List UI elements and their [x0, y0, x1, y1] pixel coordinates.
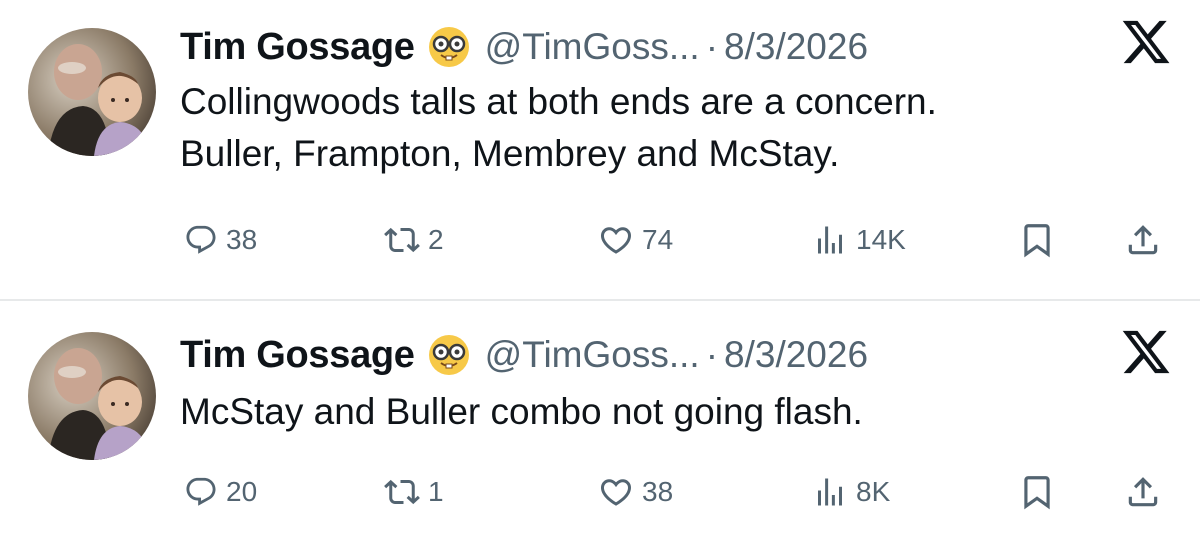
reply-button[interactable]: 20: [184, 472, 257, 512]
tweet-card[interactable]: Tim Gossage @TimGoss... · 8/3/2026 Colli…: [0, 0, 1200, 300]
retweet-button[interactable]: 2: [384, 220, 444, 260]
share-button[interactable]: [1124, 472, 1162, 512]
share-icon: [1124, 221, 1162, 259]
nerd-face-emoji-icon: [427, 25, 471, 69]
avatar[interactable]: [28, 332, 156, 460]
share-button[interactable]: [1124, 220, 1162, 260]
x-logo-icon: [1120, 16, 1172, 68]
avatar[interactable]: [28, 28, 156, 156]
retweet-count: 2: [428, 224, 444, 255]
retweet-icon: [384, 474, 420, 510]
heart-icon: [598, 474, 634, 510]
retweet-button[interactable]: 1: [384, 472, 444, 512]
tweet-text-line: Collingwoods talls at both ends are a co…: [180, 81, 937, 122]
reply-button[interactable]: 38: [184, 220, 257, 260]
separator-dot: ·: [705, 334, 719, 375]
x-logo-icon: [1120, 326, 1172, 378]
views-count: 14K: [856, 224, 906, 255]
retweet-icon: [384, 222, 420, 258]
reply-icon: [184, 223, 218, 257]
tweet-header: Tim Gossage @TimGoss... · 8/3/2026: [180, 330, 868, 380]
action-bar: 38 2 74 14K: [0, 220, 1200, 260]
heart-icon: [598, 222, 634, 258]
views-icon: [812, 222, 848, 258]
tweet-text-line: McStay and Buller combo not going flash.: [180, 391, 863, 432]
views-button[interactable]: 14K: [812, 220, 906, 260]
bookmark-icon: [1018, 473, 1056, 511]
tweet-card[interactable]: Tim Gossage @TimGoss... · 8/3/2026 McSta…: [0, 302, 1200, 540]
reply-icon: [184, 475, 218, 509]
tweet-divider: [0, 299, 1200, 301]
separator-dot: ·: [705, 26, 719, 67]
reply-count: 38: [226, 224, 258, 255]
tweet-text: McStay and Buller combo not going flash.: [180, 386, 1170, 438]
tweet-text: Collingwoods talls at both ends are a co…: [180, 76, 1170, 180]
tweet-date[interactable]: 8/3/2026: [724, 334, 868, 376]
bookmark-icon: [1018, 221, 1056, 259]
tweet-text-line: Buller, Frampton, Membrey and McStay.: [180, 133, 840, 174]
like-button[interactable]: 74: [598, 220, 673, 260]
like-count: 74: [642, 224, 674, 255]
action-bar: 20 1 38 8K: [0, 472, 1200, 512]
tweet-header: Tim Gossage @TimGoss... · 8/3/2026: [180, 22, 868, 72]
like-count: 38: [642, 476, 674, 507]
views-button[interactable]: 8K: [812, 472, 890, 512]
author-name[interactable]: Tim Gossage: [180, 26, 415, 69]
views-count: 8K: [856, 476, 891, 507]
bookmark-button[interactable]: [1018, 472, 1056, 512]
author-name[interactable]: Tim Gossage: [180, 334, 415, 377]
nerd-face-emoji-icon: [427, 333, 471, 377]
like-button[interactable]: 38: [598, 472, 673, 512]
share-icon: [1124, 473, 1162, 511]
bookmark-button[interactable]: [1018, 220, 1056, 260]
views-icon: [812, 474, 848, 510]
reply-count: 20: [226, 476, 258, 507]
author-handle[interactable]: @TimGoss...: [485, 26, 700, 68]
tweet-date[interactable]: 8/3/2026: [724, 26, 868, 68]
author-handle[interactable]: @TimGoss...: [485, 334, 700, 376]
retweet-count: 1: [428, 476, 444, 507]
